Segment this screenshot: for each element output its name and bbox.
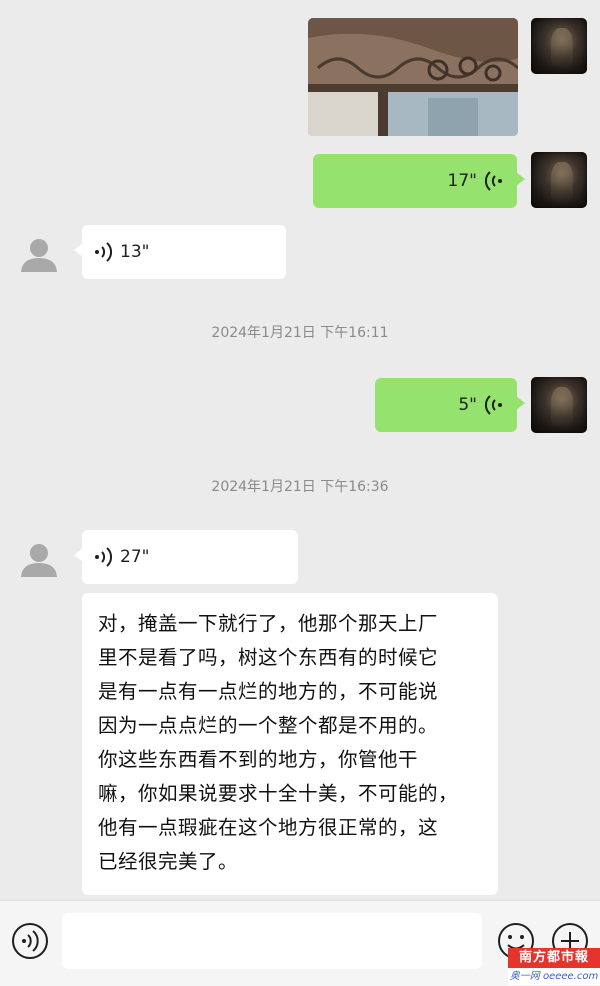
voice-toggle-button[interactable] bbox=[10, 921, 50, 961]
voice-wave-icon bbox=[94, 242, 112, 262]
avatar-contact[interactable] bbox=[18, 234, 60, 276]
newspaper-watermark: 南方都市報 奥一网 oeeee.com bbox=[508, 948, 600, 985]
message-line: 嘛，你如果说要求十全十美，不可能的， bbox=[98, 782, 459, 805]
avatar-self[interactable] bbox=[531, 18, 587, 74]
image-message[interactable] bbox=[308, 18, 518, 136]
message-line: 他有一点瑕疵在这个地方很正常的，这 bbox=[98, 816, 439, 839]
message-line: 已经很完美了。 bbox=[98, 850, 239, 873]
message-input[interactable] bbox=[62, 913, 482, 969]
voice-duration: 17" bbox=[447, 171, 477, 191]
voice-wave-icon bbox=[485, 395, 503, 415]
voice-duration: 13" bbox=[120, 242, 150, 262]
voice-message-outgoing[interactable]: 5" bbox=[375, 378, 525, 432]
voice-message-incoming[interactable]: 27" bbox=[74, 530, 298, 584]
voice-duration: 27" bbox=[120, 547, 150, 567]
message-timestamp: 2024年1月21日 下午16:11 bbox=[211, 325, 389, 341]
voice-message-outgoing[interactable]: 17" bbox=[313, 154, 525, 208]
message-line: 因为一点点烂的一个整个都是不用的。 bbox=[98, 714, 439, 737]
message-line: 对，掩盖一下就行了，他那个那天上厂 bbox=[98, 612, 439, 635]
voice-wave-icon bbox=[485, 171, 503, 191]
voice-message-incoming[interactable]: 13" bbox=[74, 225, 286, 279]
avatar-self[interactable] bbox=[531, 377, 587, 433]
watermark-site: 奥一网 oeeee.com bbox=[508, 968, 600, 985]
avatar-contact[interactable] bbox=[18, 539, 60, 581]
voice-wave-icon bbox=[12, 923, 48, 959]
message-line: 里不是看了吗，树这个东西有的时候它 bbox=[98, 646, 439, 669]
text-message-incoming[interactable]: 对，掩盖一下就行了，他那个那天上厂 里不是看了吗，树这个东西有的时候它 是有一点… bbox=[82, 593, 498, 895]
voice-wave-icon bbox=[94, 547, 112, 567]
message-line: 是有一点有一点烂的地方的，不可能说 bbox=[98, 680, 439, 703]
watermark-logo: 南方都市報 bbox=[508, 948, 600, 968]
message-timestamp: 2024年1月21日 下午16:36 bbox=[211, 479, 389, 495]
chat-area: 17" 13" 2024年1月21日 下午16:11 5" 2024年1月21日… bbox=[0, 0, 600, 900]
avatar-self[interactable] bbox=[531, 152, 587, 208]
voice-duration: 5" bbox=[458, 395, 477, 415]
message-line: 你这些东西看不到的地方，你管他干 bbox=[98, 748, 419, 771]
